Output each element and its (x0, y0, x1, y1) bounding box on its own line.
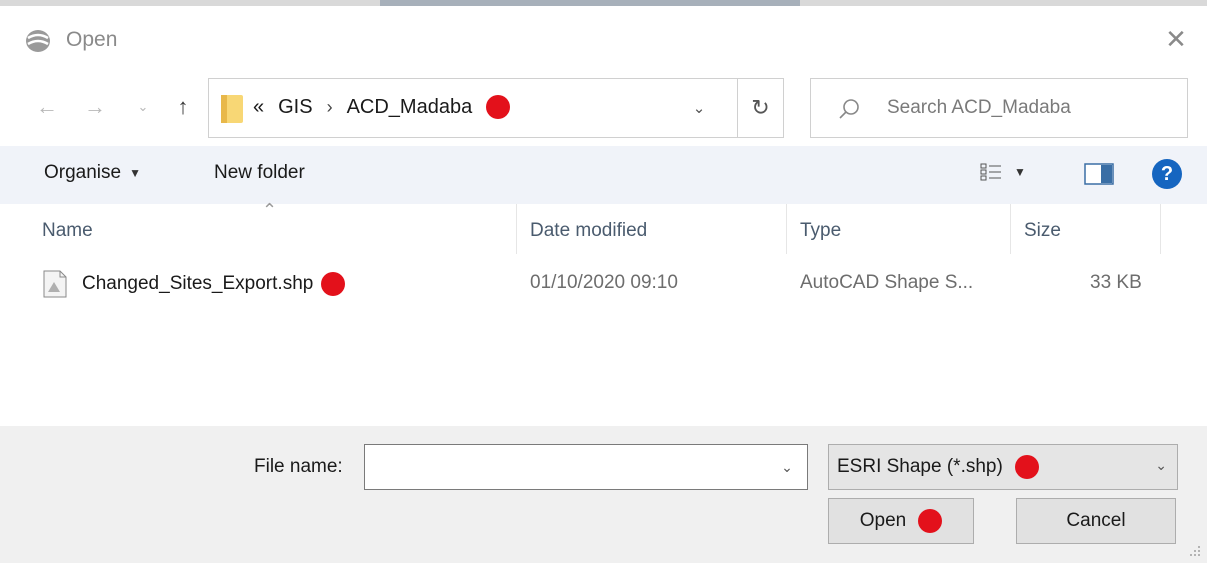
column-divider[interactable] (786, 204, 787, 254)
breadcrumb-overflow[interactable]: « (253, 96, 264, 119)
breadcrumb-item-acd-madaba[interactable]: ACD_Madaba (347, 96, 473, 119)
open-button-label: Open (859, 510, 907, 531)
window-title: Open (66, 28, 118, 51)
app-icon (26, 30, 50, 52)
caret-down-icon: ▼ (1014, 165, 1026, 179)
column-divider[interactable] (1010, 204, 1011, 254)
recent-locations-icon: ⌄ (137, 99, 149, 114)
cancel-button[interactable]: Cancel (1016, 498, 1176, 544)
column-header-type[interactable]: Type (800, 204, 841, 256)
title-bar: Open ✕ (0, 6, 1207, 70)
file-row[interactable]: Changed_Sites_Export.shp 01/10/2020 09:1… (0, 262, 1207, 306)
file-name-cell: Changed_Sites_Export.shp (82, 272, 346, 296)
file-type-filter-select[interactable]: ESRI Shape (*.shp) ⌄ (828, 444, 1178, 490)
file-name-dropdown-button[interactable]: ⌄ (767, 445, 807, 489)
caret-down-icon: ▼ (129, 166, 141, 180)
back-button[interactable]: ← (30, 92, 64, 122)
chevron-down-icon: ⌄ (692, 100, 706, 117)
command-toolbar: Organise ▼ New folder ▼ ? (0, 146, 1207, 204)
dialog-footer: File name: ⌄ ESRI Shape (*.shp) ⌄ Open C… (0, 426, 1207, 563)
forward-button[interactable]: → (78, 92, 112, 122)
up-arrow-icon: ↑ (177, 94, 189, 119)
preview-pane-icon[interactable] (1084, 163, 1114, 185)
chevron-down-icon: ⌄ (781, 458, 793, 475)
help-icon[interactable]: ? (1152, 159, 1182, 189)
sort-ascending-icon: ⌃ (262, 200, 278, 220)
file-name-combobox[interactable]: ⌄ (364, 444, 808, 490)
open-button[interactable]: Open (828, 498, 974, 544)
back-arrow-icon: ← (36, 94, 58, 119)
breadcrumb-separator[interactable]: › (327, 97, 333, 118)
folder-icon (221, 95, 243, 123)
file-type: AutoCAD Shape S... (800, 272, 974, 293)
organise-label: Organise (44, 162, 122, 183)
search-box[interactable]: Search ACD_Madaba (810, 78, 1188, 138)
search-placeholder: Search ACD_Madaba (887, 97, 1071, 118)
recent-locations-button[interactable]: ⌄ (132, 92, 154, 122)
new-folder-label: New folder (214, 162, 305, 183)
column-divider[interactable] (516, 204, 517, 254)
column-divider[interactable] (1160, 204, 1161, 254)
file-name-input[interactable] (365, 445, 765, 489)
change-view-button[interactable]: ▼ (980, 162, 1026, 182)
file-name: Changed_Sites_Export.shp (82, 273, 314, 294)
column-header-date-modified[interactable]: Date modified (530, 204, 647, 256)
file-size: 33 KB (1090, 272, 1142, 293)
file-type-filter-value: ESRI Shape (*.shp) (837, 456, 1003, 477)
search-icon (839, 99, 859, 119)
resize-grip-icon[interactable] (1189, 545, 1201, 557)
cancel-button-label: Cancel (1066, 510, 1126, 531)
column-header-name[interactable]: Name (42, 204, 93, 256)
file-name-label: File name: (254, 456, 343, 477)
address-bar[interactable]: « GIS › ACD_Madaba ⌄ ↻ (208, 78, 784, 138)
refresh-icon: ↻ (751, 95, 770, 120)
close-button[interactable]: ✕ (1159, 22, 1193, 56)
up-button[interactable]: ↑ (166, 92, 200, 122)
red-marker-dot (1014, 455, 1039, 479)
close-icon: ✕ (1165, 23, 1187, 54)
chevron-down-icon: ⌄ (1155, 457, 1167, 473)
new-folder-button[interactable]: New folder (214, 162, 305, 184)
file-date-modified: 01/10/2020 09:10 (530, 272, 678, 293)
file-list: ⌃ Name Date modified Type Size Changed_S… (0, 200, 1207, 426)
refresh-button[interactable]: ↻ (737, 79, 783, 137)
address-history-dropdown[interactable]: ⌄ (679, 79, 719, 137)
breadcrumb-item-gis[interactable]: GIS (278, 96, 312, 119)
navigation-bar: ← → ⌄ ↑ « GIS › ACD_Madaba ⌄ ↻ Search AC… (0, 70, 1207, 146)
red-marker-dot (486, 95, 511, 119)
file-icon (43, 270, 67, 298)
red-marker-dot (918, 509, 943, 533)
view-options-icon (980, 163, 1001, 181)
forward-arrow-icon: → (84, 94, 106, 119)
organise-button[interactable]: Organise ▼ (44, 162, 141, 184)
breadcrumb: « GIS › ACD_Madaba (253, 95, 511, 119)
column-header-size[interactable]: Size (1024, 204, 1061, 256)
red-marker-dot (321, 272, 346, 296)
